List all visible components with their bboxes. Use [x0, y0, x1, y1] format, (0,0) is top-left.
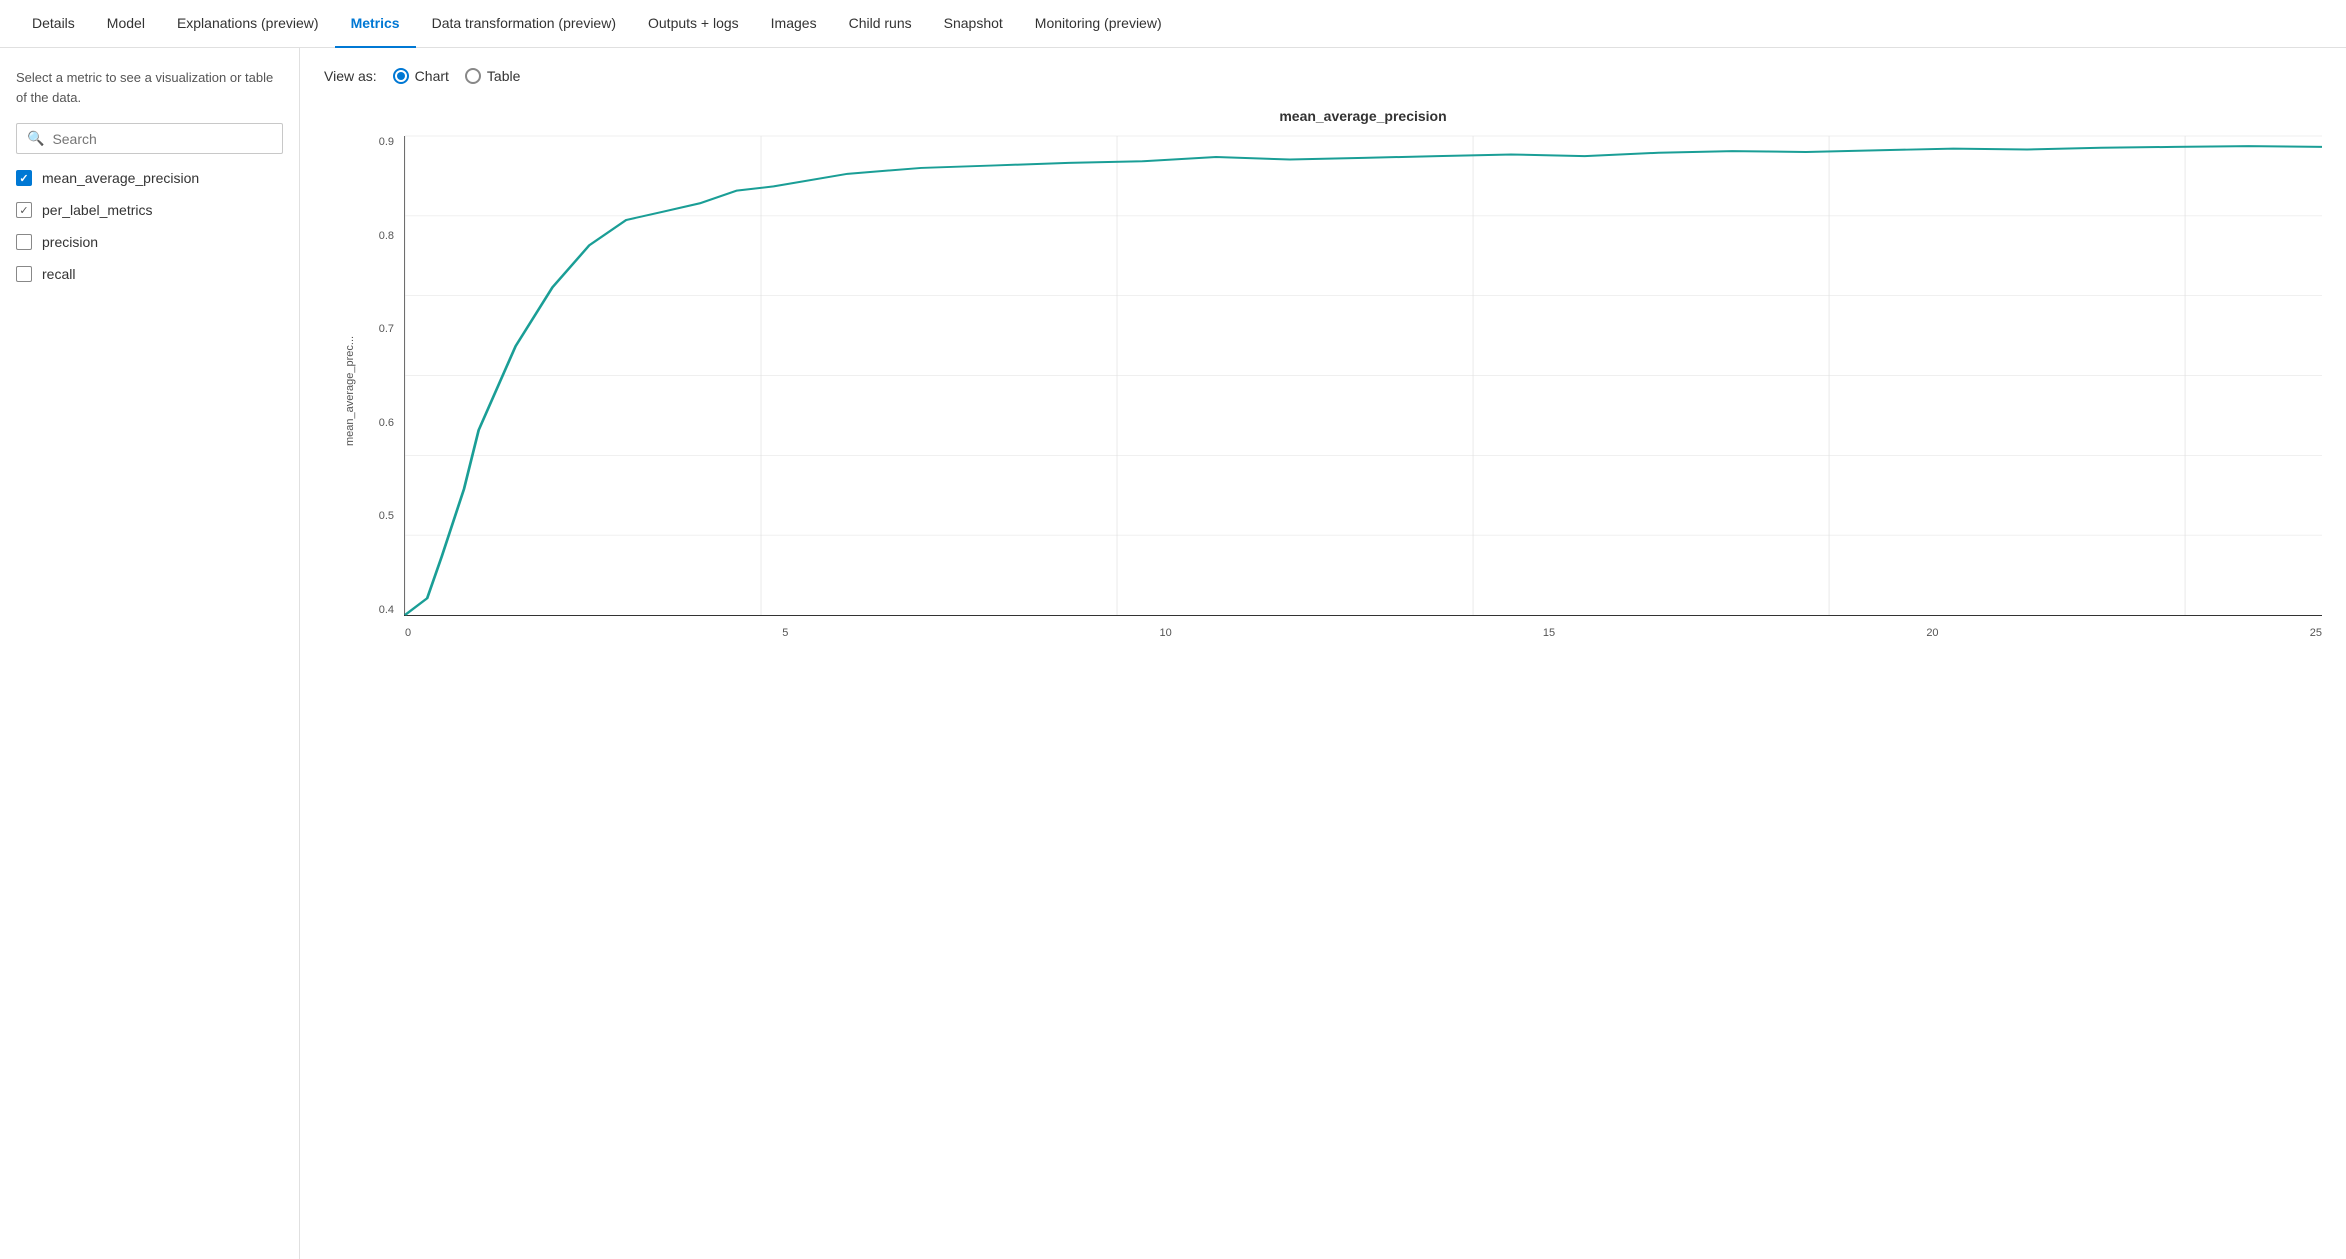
chart-plot: 0510152025 [404, 136, 2322, 616]
y-tick: 0.6 [379, 417, 394, 429]
y-tick: 0.7 [379, 323, 394, 335]
metric-label-mean_average_precision: mean_average_precision [42, 170, 199, 186]
y-axis-label: mean_average_prec... [344, 136, 356, 646]
checkbox-mean_average_precision[interactable] [16, 170, 32, 186]
chart-radio-label: Chart [415, 68, 449, 84]
table-radio-circle [465, 68, 481, 84]
chart-wrapper: mean_average_prec... 0.9 0.8 0.7 0.6 0.5 0.4 [344, 136, 2322, 646]
table-radio-label: Table [487, 68, 520, 84]
metric-item-recall[interactable]: recall [16, 266, 283, 282]
chart-inner: 0.9 0.8 0.7 0.6 0.5 0.4 [360, 136, 2322, 646]
top-nav: DetailsModelExplanations (preview)Metric… [0, 0, 2346, 48]
metric-item-precision[interactable]: precision [16, 234, 283, 250]
metric-item-per_label_metrics[interactable]: per_label_metrics [16, 202, 283, 218]
metric-label-precision: precision [42, 234, 98, 250]
nav-tab-data-transformation[interactable]: Data transformation (preview) [416, 0, 632, 48]
nav-tab-child-runs[interactable]: Child runs [833, 0, 928, 48]
x-tick: 10 [1160, 627, 1172, 639]
metric-label-recall: recall [42, 266, 75, 282]
y-tick: 0.9 [379, 136, 394, 148]
search-input[interactable] [52, 131, 272, 147]
x-tick: 15 [1543, 627, 1555, 639]
nav-tab-metrics[interactable]: Metrics [335, 0, 416, 48]
metric-item-mean_average_precision[interactable]: mean_average_precision [16, 170, 283, 186]
y-tick: 0.8 [379, 230, 394, 242]
chart-title: mean_average_precision [404, 108, 2322, 124]
x-axis: 0 5 10 15 20 25 [405, 627, 2322, 639]
x-tick: 0 [405, 627, 411, 639]
checkbox-recall[interactable] [16, 266, 32, 282]
view-as-label: View as: [324, 68, 377, 84]
chart-radio-circle [393, 68, 409, 84]
chart-svg [405, 136, 2322, 615]
x-tick: 20 [1926, 627, 1938, 639]
checkbox-precision[interactable] [16, 234, 32, 250]
y-tick: 0.5 [379, 510, 394, 522]
chart-radio-option[interactable]: Chart [393, 68, 449, 84]
content-area: View as: Chart Table mean_average_precis… [300, 48, 2346, 1259]
metric-label-per_label_metrics: per_label_metrics [42, 202, 153, 218]
metric-list: mean_average_precision per_label_metricsp… [16, 170, 283, 282]
sidebar-description: Select a metric to see a visualization o… [16, 68, 283, 107]
search-box[interactable]: 🔍 [16, 123, 283, 154]
y-axis: 0.9 0.8 0.7 0.6 0.5 0.4 [360, 136, 400, 616]
main-layout: Select a metric to see a visualization o… [0, 48, 2346, 1259]
x-tick: 5 [782, 627, 788, 639]
search-icon: 🔍 [27, 130, 44, 147]
nav-tab-monitoring[interactable]: Monitoring (preview) [1019, 0, 1178, 48]
view-as-row: View as: Chart Table [324, 68, 2322, 84]
nav-tab-snapshot[interactable]: Snapshot [928, 0, 1019, 48]
chart-container: mean_average_precision mean_average_prec… [344, 108, 2322, 646]
table-radio-option[interactable]: Table [465, 68, 520, 84]
nav-tab-images[interactable]: Images [755, 0, 833, 48]
x-tick: 25 [2310, 627, 2322, 639]
nav-tab-model[interactable]: Model [91, 0, 161, 48]
nav-tab-explanations[interactable]: Explanations (preview) [161, 0, 335, 48]
nav-tab-details[interactable]: Details [16, 0, 91, 48]
sidebar: Select a metric to see a visualization o… [0, 48, 300, 1259]
nav-tab-outputs-logs[interactable]: Outputs + logs [632, 0, 755, 48]
checkbox-per_label_metrics[interactable] [16, 202, 32, 218]
y-tick: 0.4 [379, 604, 394, 616]
